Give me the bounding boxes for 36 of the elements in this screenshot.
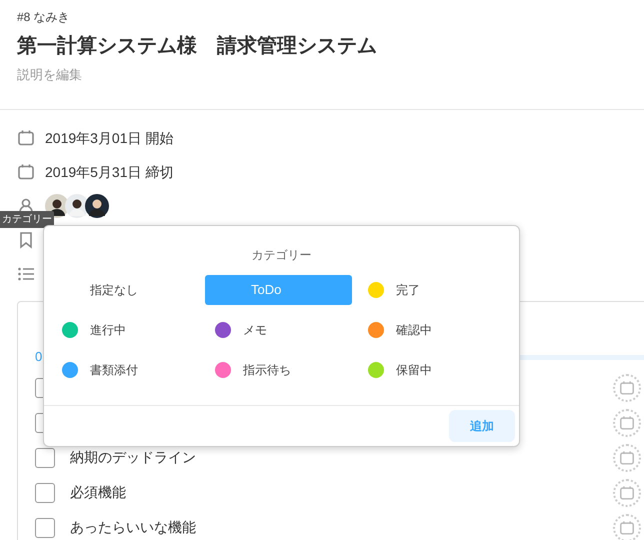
category-option[interactable]: 進行中 [52, 315, 199, 345]
checklist-item-text: 納期のデッドライン [70, 448, 196, 467]
popover-title: カテゴリー [252, 247, 312, 264]
due-date-button[interactable] [613, 478, 641, 506]
category-option[interactable]: 指示待ち [205, 355, 352, 385]
page-title: 第一計算システム様 請求管理システム [17, 34, 377, 59]
category-option[interactable]: 書類添付 [52, 355, 199, 385]
list-icon[interactable] [17, 265, 35, 283]
progress-text: 0 [35, 348, 42, 366]
tooltip: カテゴリー [0, 211, 54, 228]
calendar-icon [619, 484, 635, 500]
category-option[interactable]: 確認中 [358, 315, 505, 345]
due-date-button[interactable] [613, 514, 641, 540]
date-text[interactable]: 2019年3月01日 開始 [45, 128, 174, 148]
checkbox[interactable] [35, 448, 55, 468]
task-number: #8 なみき [17, 9, 70, 26]
due-date-button[interactable] [613, 408, 641, 436]
avatar[interactable] [85, 194, 109, 218]
calendar-icon [619, 520, 635, 536]
date-text[interactable]: 2019年5月31日 締切 [45, 162, 174, 182]
checkbox[interactable] [35, 482, 55, 502]
checklist-item-text: あったらいいな機能 [70, 518, 196, 537]
due-date-button[interactable] [613, 374, 641, 402]
checklist-item-text: 必須機能 [70, 483, 126, 502]
calendar-icon [17, 163, 35, 181]
category-option[interactable]: 指定なし [52, 275, 199, 305]
due-date-button[interactable] [613, 444, 641, 472]
bookmark-icon[interactable] [17, 231, 35, 249]
category-option[interactable]: 保留中 [358, 355, 505, 385]
checkbox[interactable] [35, 518, 55, 538]
calendar-icon [619, 380, 635, 396]
category-option[interactable]: メモ [205, 315, 352, 345]
calendar-icon [619, 450, 635, 466]
calendar-icon [17, 129, 35, 147]
calendar-icon [619, 414, 635, 430]
category-option[interactable]: 完了 [358, 275, 505, 305]
